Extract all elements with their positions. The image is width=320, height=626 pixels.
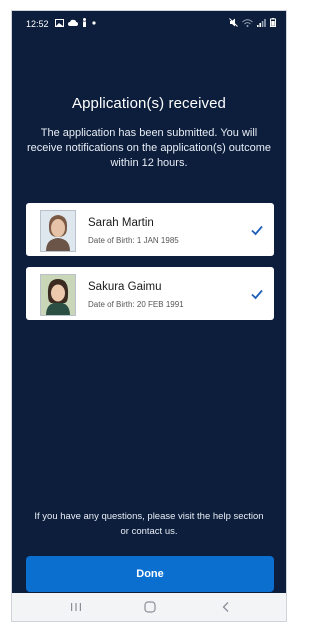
applicant-dob: Date of Birth: 20 FEB 1991 — [88, 300, 184, 309]
applicant-dob: Date of Birth: 1 JAN 1985 — [88, 236, 179, 245]
help-text: If you have any questions, please visit … — [34, 511, 264, 537]
applicant-photo — [40, 274, 76, 316]
figure-icon — [83, 18, 86, 27]
cloud-icon — [68, 19, 78, 26]
status-bar: 12:52 — [12, 11, 286, 33]
applicant-card[interactable]: Sarah Martin Date of Birth: 1 JAN 1985 — [26, 203, 274, 256]
phone-screen: 12:52 Application(s) received The applic… — [11, 10, 287, 622]
dot-icon — [92, 20, 96, 25]
gallery-icon — [55, 18, 64, 27]
battery-icon — [270, 18, 276, 27]
status-right-icons — [229, 18, 276, 27]
mute-icon — [229, 18, 238, 27]
back-icon[interactable] — [218, 600, 234, 614]
applicant-photo — [40, 210, 76, 252]
done-button[interactable]: Done — [26, 556, 274, 592]
status-time: 12:52 — [26, 19, 49, 29]
wifi-icon — [242, 18, 253, 27]
recents-icon[interactable] — [68, 600, 84, 614]
applicant-name: Sakura Gaimu — [88, 281, 162, 293]
applicant-card[interactable]: Sakura Gaimu Date of Birth: 20 FEB 1991 — [26, 267, 274, 320]
applicant-name: Sarah Martin — [88, 217, 154, 229]
home-icon[interactable] — [142, 600, 158, 614]
signal-icon — [257, 18, 266, 27]
check-icon — [251, 289, 263, 300]
navigation-bar — [12, 593, 286, 621]
status-left-icons — [55, 18, 97, 27]
check-icon — [251, 225, 263, 236]
confirmation-message: The application has been submitted. You … — [27, 127, 271, 169]
page-title: Application(s) received — [71, 95, 227, 112]
